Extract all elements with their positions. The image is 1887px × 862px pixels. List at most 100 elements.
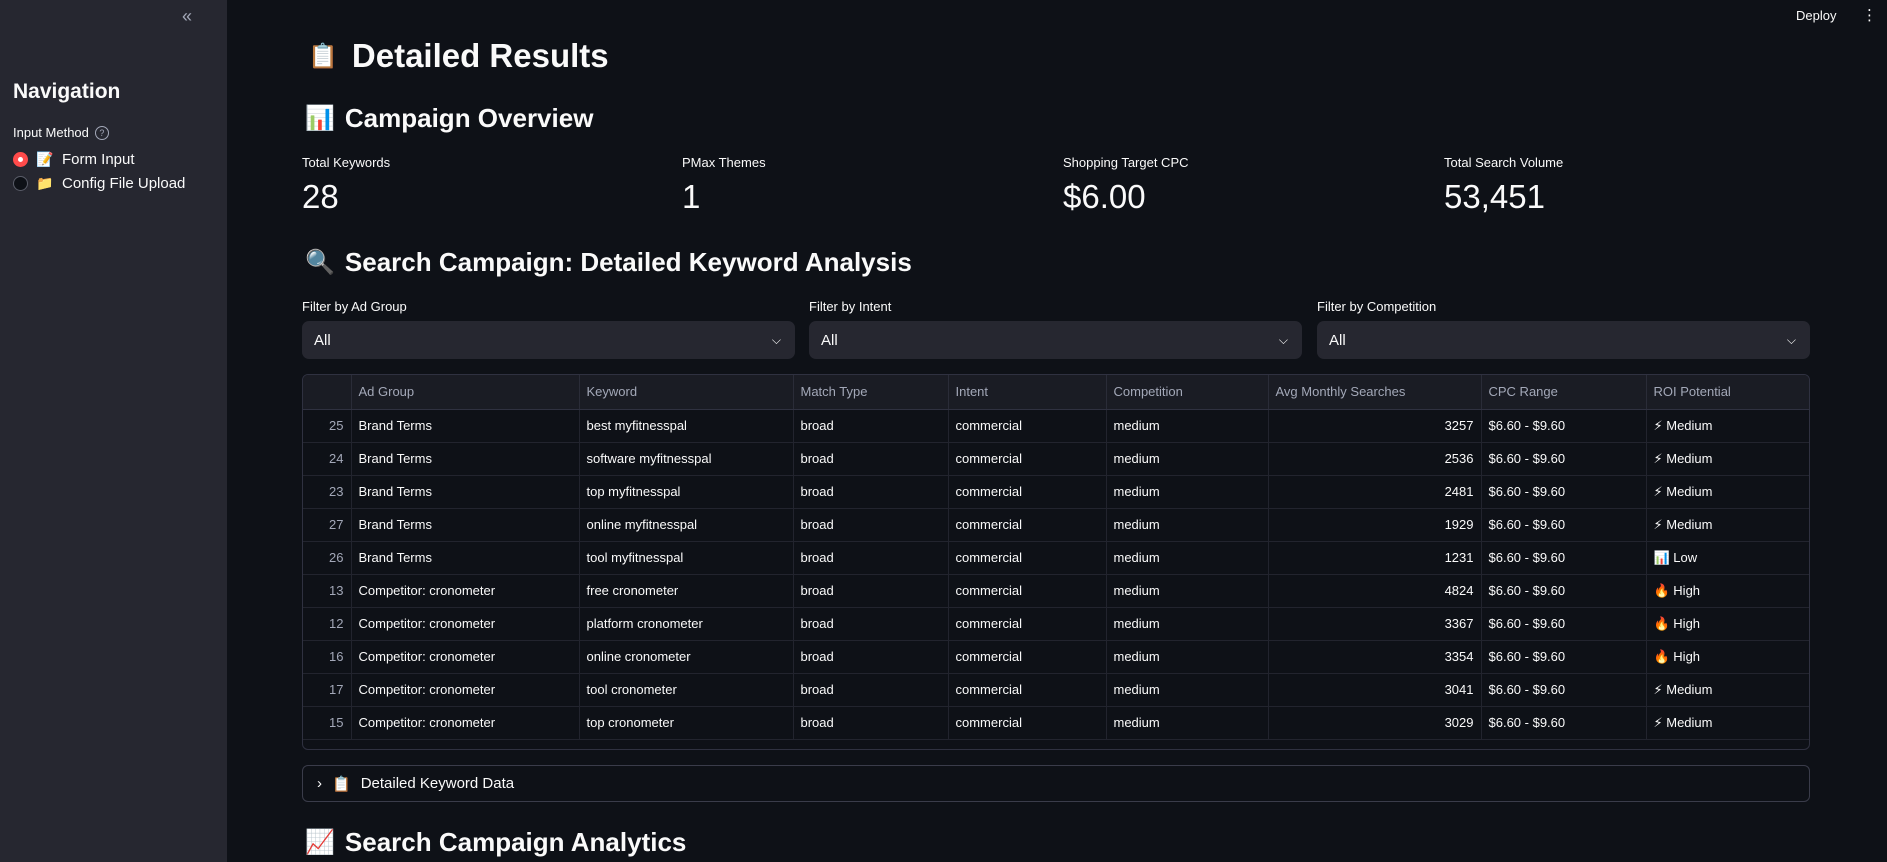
competition-cell[interactable]: medium [1106,706,1269,740]
ad-group-select[interactable]: All ⌵ [302,321,795,359]
keyword-cell[interactable]: free cronometer [579,574,794,608]
intent-cell[interactable]: commercial [948,574,1107,608]
cpc-range-cell[interactable]: $6.60 - $9.60 [1481,673,1647,707]
row-index[interactable]: 16 [303,640,352,674]
avg-searches-cell[interactable]: 3354 [1268,640,1482,674]
intent-cell[interactable]: commercial [948,442,1107,476]
avg-searches-cell[interactable]: 3041 [1268,673,1482,707]
avg-searches-cell[interactable]: 1929 [1268,508,1482,542]
row-index[interactable]: 23 [303,475,352,509]
table-row[interactable]: 24 Brand Terms software myfitnesspal broad c… [303,442,1809,476]
row-index[interactable]: 15 [303,706,352,740]
table-row[interactable]: 17 Competitor: cronometer tool cronometer b… [303,673,1809,707]
column-header-roi-potential[interactable]: ROI Potential [1646,375,1809,410]
avg-searches-cell[interactable]: 4824 [1268,574,1482,608]
ad-group-cell[interactable]: Competitor: cronometer [351,640,580,674]
match-type-cell[interactable]: broad [793,673,949,707]
intent-cell[interactable]: commercial [948,541,1107,575]
intent-select[interactable]: All ⌵ [809,321,1302,359]
detailed-keyword-data-expander[interactable]: › 📋 Detailed Keyword Data [302,765,1810,802]
row-index[interactable]: 12 [303,607,352,641]
table-row[interactable]: 26 Brand Terms tool myfitnesspal broad comme… [303,541,1809,575]
cpc-range-cell[interactable]: $6.60 - $9.60 [1481,574,1647,608]
ad-group-cell[interactable]: Competitor: cronometer [351,706,580,740]
match-type-cell[interactable]: broad [793,640,949,674]
intent-cell[interactable]: commercial [948,607,1107,641]
keyword-cell[interactable]: online cronometer [579,640,794,674]
keyword-cell[interactable]: top cronometer [579,706,794,740]
roi-potential-cell[interactable]: ⚡ Medium [1646,475,1809,509]
cpc-range-cell[interactable]: $6.60 - $9.60 [1481,409,1647,443]
competition-cell[interactable]: medium [1106,508,1269,542]
competition-cell[interactable]: medium [1106,574,1269,608]
intent-cell[interactable]: commercial [948,640,1107,674]
keyword-cell[interactable]: tool cronometer [579,673,794,707]
column-header-index[interactable] [303,375,352,410]
avg-searches-cell[interactable]: 3029 [1268,706,1482,740]
competition-cell[interactable]: medium [1106,475,1269,509]
row-index[interactable]: 27 [303,508,352,542]
competition-cell[interactable]: medium [1106,442,1269,476]
row-index[interactable]: 13 [303,574,352,608]
radio-unselected-icon[interactable] [13,176,28,191]
match-type-cell[interactable]: broad [793,607,949,641]
table-row[interactable]: 15 Competitor: cronometer top cronometer br… [303,706,1809,740]
radio-option-form-input[interactable]: 📝 Form Input [13,151,135,168]
roi-potential-cell[interactable]: ⚡ Medium [1646,409,1809,443]
table-row[interactable]: 23 Brand Terms top myfitnesspal broad commer… [303,475,1809,509]
avg-searches-cell[interactable]: 2536 [1268,442,1482,476]
keyword-cell[interactable]: top myfitnesspal [579,475,794,509]
competition-cell[interactable]: medium [1106,541,1269,575]
match-type-cell[interactable]: broad [793,442,949,476]
ad-group-cell[interactable]: Brand Terms [351,508,580,542]
match-type-cell[interactable]: broad [793,574,949,608]
table-row[interactable]: 25 Brand Terms best myfitnesspal broad comme… [303,409,1809,443]
collapse-sidebar-button[interactable]: « [176,6,198,28]
competition-cell[interactable]: medium [1106,640,1269,674]
avg-searches-cell[interactable]: 2481 [1268,475,1482,509]
roi-potential-cell[interactable]: 🔥 High [1646,640,1809,674]
keyword-cell[interactable]: best myfitnesspal [579,409,794,443]
roi-potential-cell[interactable]: 🔥 High [1646,607,1809,641]
cpc-range-cell[interactable]: $6.60 - $9.60 [1481,508,1647,542]
roi-potential-cell[interactable]: ⚡ Medium [1646,673,1809,707]
cpc-range-cell[interactable]: $6.60 - $9.60 [1481,442,1647,476]
competition-cell[interactable]: medium [1106,673,1269,707]
competition-cell[interactable]: medium [1106,607,1269,641]
main-menu-icon[interactable]: ⋮ [1862,7,1877,25]
cpc-range-cell[interactable]: $6.60 - $9.60 [1481,475,1647,509]
row-index[interactable]: 17 [303,673,352,707]
intent-cell[interactable]: commercial [948,508,1107,542]
help-icon[interactable]: ? [94,125,109,140]
avg-searches-cell[interactable]: 3257 [1268,409,1482,443]
radio-option-config-upload[interactable]: 📁 Config File Upload [13,175,185,192]
competition-cell[interactable]: medium [1106,409,1269,443]
keyword-cell[interactable]: online myfitnesspal [579,508,794,542]
table-row[interactable]: 12 Competitor: cronometer platform cronome… [303,607,1809,641]
column-header-intent[interactable]: Intent [948,375,1107,410]
table-row[interactable]: 27 Brand Terms online myfitnesspal broad com… [303,508,1809,542]
table-row[interactable]: 16 Competitor: cronometer online cronomete… [303,640,1809,674]
deploy-button[interactable]: Deploy [1796,8,1836,23]
row-index[interactable]: 24 [303,442,352,476]
column-header-avg-monthly-searches[interactable]: Avg Monthly Searches [1268,375,1482,410]
row-index[interactable]: 26 [303,541,352,575]
table-row[interactable]: 13 Competitor: cronometer free cronometer b… [303,574,1809,608]
ad-group-cell[interactable]: Brand Terms [351,541,580,575]
column-header-keyword[interactable]: Keyword [579,375,794,410]
match-type-cell[interactable]: broad [793,475,949,509]
cpc-range-cell[interactable]: $6.60 - $9.60 [1481,541,1647,575]
ad-group-cell[interactable]: Competitor: cronometer [351,574,580,608]
match-type-cell[interactable]: broad [793,409,949,443]
cpc-range-cell[interactable]: $6.60 - $9.60 [1481,706,1647,740]
intent-cell[interactable]: commercial [948,409,1107,443]
cpc-range-cell[interactable]: $6.60 - $9.60 [1481,607,1647,641]
ad-group-cell[interactable]: Brand Terms [351,442,580,476]
cpc-range-cell[interactable]: $6.60 - $9.60 [1481,640,1647,674]
match-type-cell[interactable]: broad [793,508,949,542]
ad-group-cell[interactable]: Competitor: cronometer [351,673,580,707]
ad-group-cell[interactable]: Brand Terms [351,409,580,443]
roi-potential-cell[interactable]: ⚡ Medium [1646,442,1809,476]
roi-potential-cell[interactable]: ⚡ Medium [1646,706,1809,740]
keyword-cell[interactable]: software myfitnesspal [579,442,794,476]
